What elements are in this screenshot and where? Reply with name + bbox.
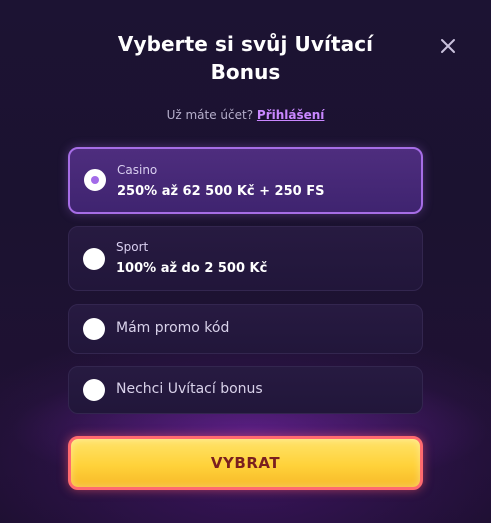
bonus-option-label: 250% až 62 500 Kč + 250 FS <box>117 184 325 199</box>
bonus-option-category: Sport <box>116 240 149 254</box>
login-prompt: Už máte účet? Přihlášení <box>0 108 491 122</box>
bonus-option-label: 100% až do 2 500 Kč <box>116 261 268 276</box>
bonus-option-none[interactable]: Nechci Uvítací bonus <box>68 366 423 414</box>
bonus-option-promo[interactable]: Mám promo kód <box>68 304 423 354</box>
close-icon <box>441 39 455 53</box>
login-prompt-text: Už máte účet? <box>166 108 254 122</box>
radio-casino[interactable] <box>84 169 106 191</box>
bonus-option-sport[interactable]: Sport 100% až do 2 500 Kč <box>68 226 423 291</box>
modal-title: Vyberte si svůj Uvítací Bonus <box>117 32 374 84</box>
welcome-bonus-modal: Vyberte si svůj Uvítací Bonus Už máte úč… <box>0 0 491 523</box>
bonus-option-casino-text: Casino 250% až 62 500 Kč + 250 FS <box>117 162 324 201</box>
radio-promo[interactable] <box>83 318 105 340</box>
login-link[interactable]: Přihlášení <box>257 108 325 122</box>
bonus-option-sport-text: Sport 100% až do 2 500 Kč <box>116 239 267 278</box>
select-button[interactable]: VYBRAT <box>68 436 423 490</box>
bonus-option-casino[interactable]: Casino 250% až 62 500 Kč + 250 FS <box>68 147 423 214</box>
radio-sport[interactable] <box>83 248 105 270</box>
bonus-option-label: Mám promo kód <box>116 320 230 336</box>
close-button[interactable] <box>436 34 460 58</box>
radio-none[interactable] <box>83 379 105 401</box>
bonus-option-category: Casino <box>117 163 158 177</box>
bonus-option-label: Nechci Uvítací bonus <box>116 381 263 397</box>
